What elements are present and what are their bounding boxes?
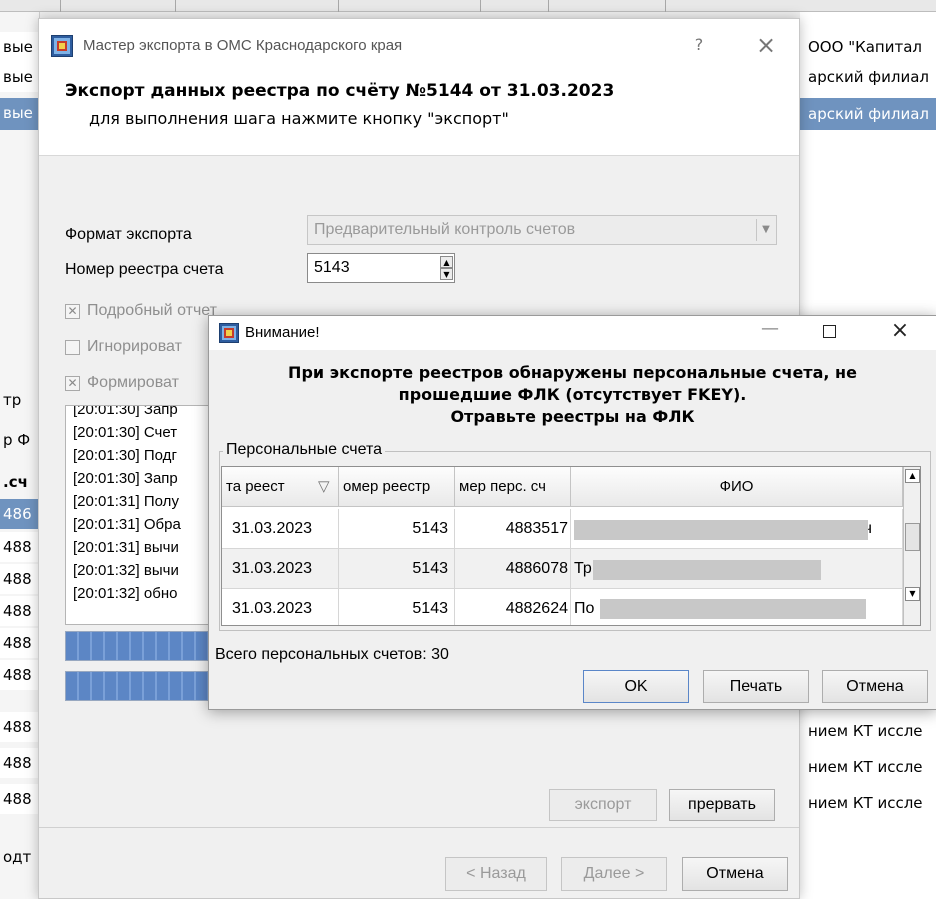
bg-cell: одт [3,848,32,866]
sort-desc-icon: ▽ [318,478,330,495]
table-row-registry[interactable]: 5143 [339,589,455,625]
bg-cell: 488 [0,532,40,562]
total-accounts-text: Всего персональных счетов: 30 [215,646,449,663]
bg-cell: 488 [0,660,40,690]
table-row-date[interactable]: 31.03.2023 [222,549,339,589]
format-select[interactable]: Предварительный контроль счетов ▼ [307,215,777,245]
maximize-icon[interactable] [823,325,836,338]
table-row-account[interactable]: 4882624 [455,589,571,625]
alert-message-line: прошедшие ФЛК (отсутствует FKEY). [398,385,747,404]
registry-label: Номер реестра счета [65,261,224,278]
form-label: Формироват [87,374,179,391]
redaction-bar [574,520,868,540]
ok-button[interactable]: OK [583,670,689,703]
bg-cell: тр [3,391,22,409]
export-button[interactable]: экспорт [549,789,657,821]
alert-message: При экспорте реестров обнаружены персона… [209,362,936,428]
ignore-checkbox[interactable] [65,340,80,355]
wizard-header: Мастер экспорта в ОМС Краснодарского кра… [39,19,799,156]
scroll-thumb[interactable] [905,523,920,551]
alert-cancel-button[interactable]: Отмена [822,670,928,703]
bg-row: нием КТ иссле [808,758,923,776]
table-row-account[interactable]: 4886078 [455,549,571,589]
column-header-account[interactable]: мер перс. сч [455,467,571,507]
background-left-column: вые вые вые тр р Ф .сч 486 488 488 488 4… [0,12,40,899]
footer-divider [39,827,799,828]
scroll-down-icon[interactable]: ▼ [905,587,920,601]
format-label: Формат экспорта [65,226,192,243]
minimize-icon[interactable]: — [755,318,785,339]
bg-cell: 488 [0,564,40,594]
close-icon[interactable]: × [751,31,781,59]
form-checkbox[interactable]: ✕ [65,376,80,391]
cancel-button[interactable]: Отмена [682,857,788,891]
bg-row: нием КТ иссле [808,722,923,740]
app-icon [219,323,239,343]
alert-message-line: Отравьте реестры на ФЛК [450,407,695,426]
back-button[interactable]: < Назад [445,857,547,891]
stepper-down-icon[interactable]: ▼ [440,268,453,280]
bg-row-selected: арский филиал [800,98,936,130]
bg-cell: 488 [0,712,40,742]
help-button[interactable]: ? [687,35,711,54]
column-header-label: та реест [226,478,285,495]
table-row-registry[interactable]: 5143 [339,549,455,589]
chevron-down-icon[interactable]: ▼ [756,219,775,241]
bg-cell: 488 [0,628,40,658]
table-row-date[interactable]: 31.03.2023 [222,589,339,625]
table-scrollbar[interactable]: ▲ ▼ [903,467,920,625]
bg-cell: 488 [0,596,40,626]
app-icon [51,35,73,57]
bg-cell: .сч [3,473,28,491]
format-select-value: Предварительный контроль счетов [314,221,576,238]
bg-cell: 488 [0,748,40,778]
wizard-title: Мастер экспорта в ОМС Краснодарского кра… [83,37,403,54]
next-button[interactable]: Далее > [561,857,667,891]
table-row-date[interactable]: 31.03.2023 [222,509,339,549]
bg-cell: 488 [0,784,40,814]
table-row-account[interactable]: 4883517 [455,509,571,549]
registry-value: 5143 [314,259,350,276]
bg-cell: вые [0,32,40,62]
stepper-up-icon[interactable]: ▲ [440,256,453,268]
attention-dialog: Внимание! — × При экспорте реестров обна… [208,315,936,710]
detailed-report-checkbox[interactable]: ✕ [65,304,80,319]
redaction-bar [593,560,821,580]
print-button[interactable]: Печать [703,670,809,703]
redaction-bar [600,599,866,619]
ignore-label: Игнорироват [87,338,182,355]
column-header-date[interactable]: та реест ▽ [222,467,339,507]
scroll-up-icon[interactable]: ▲ [905,469,920,483]
bg-cell: вые [0,62,40,92]
alert-message-line: При экспорте реестров обнаружены персона… [288,363,857,382]
registry-stepper[interactable]: 5143 ▲ ▼ [307,253,455,283]
bg-row: нием КТ иссле [808,794,923,812]
bg-cell-selected: вые [0,98,40,130]
column-header-registry[interactable]: омер реестр [339,467,455,507]
bg-cell: р Ф [3,431,31,449]
alert-title: Внимание! [245,324,320,341]
background-table-header [0,0,936,12]
wizard-subheading: для выполнения шага нажмите кнопку "эксп… [89,109,509,128]
abort-button[interactable]: прервать [669,789,775,821]
bg-row: арский филиал [808,68,929,86]
accounts-table: та реест ▽ омер реестр мер перс. сч ФИО … [221,466,921,626]
wizard-heading: Экспорт данных реестра по счёту №5144 от… [65,81,615,101]
table-row-registry[interactable]: 5143 [339,509,455,549]
alert-titlebar: Внимание! — × [209,316,936,350]
column-header-name[interactable]: ФИО [571,467,903,507]
bg-cell-selected: 486 [0,499,40,529]
group-label: Персональные счета [223,441,386,459]
close-icon[interactable]: × [885,318,915,343]
detailed-report-label: Подробный отчет [87,302,217,319]
bg-row: ООО "Капитал [808,38,923,56]
